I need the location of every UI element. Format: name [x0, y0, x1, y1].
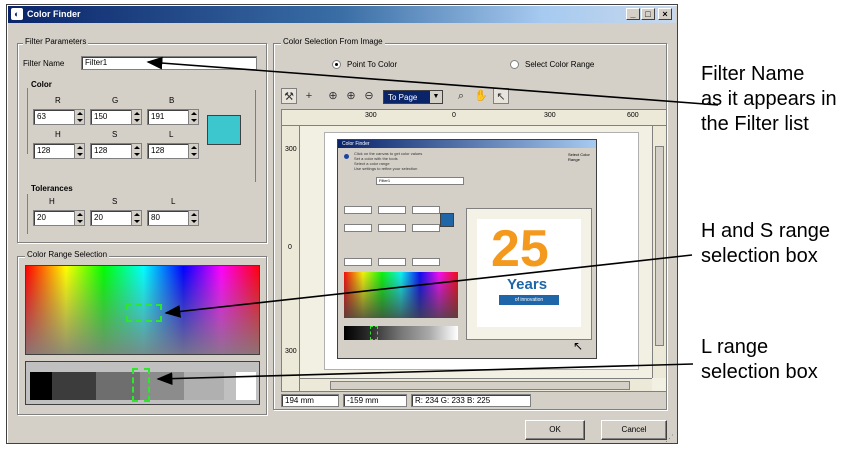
callout-filter-name: Filter Name as it appears in the Filter …: [701, 63, 837, 135]
callout-hs-range: H and S range selection box: [701, 220, 830, 267]
callout-l-range: L range selection box: [701, 336, 818, 383]
arrow-hs-range: [164, 254, 693, 318]
arrow-filter-name: [146, 56, 719, 106]
arrow-l-range: [156, 363, 694, 385]
